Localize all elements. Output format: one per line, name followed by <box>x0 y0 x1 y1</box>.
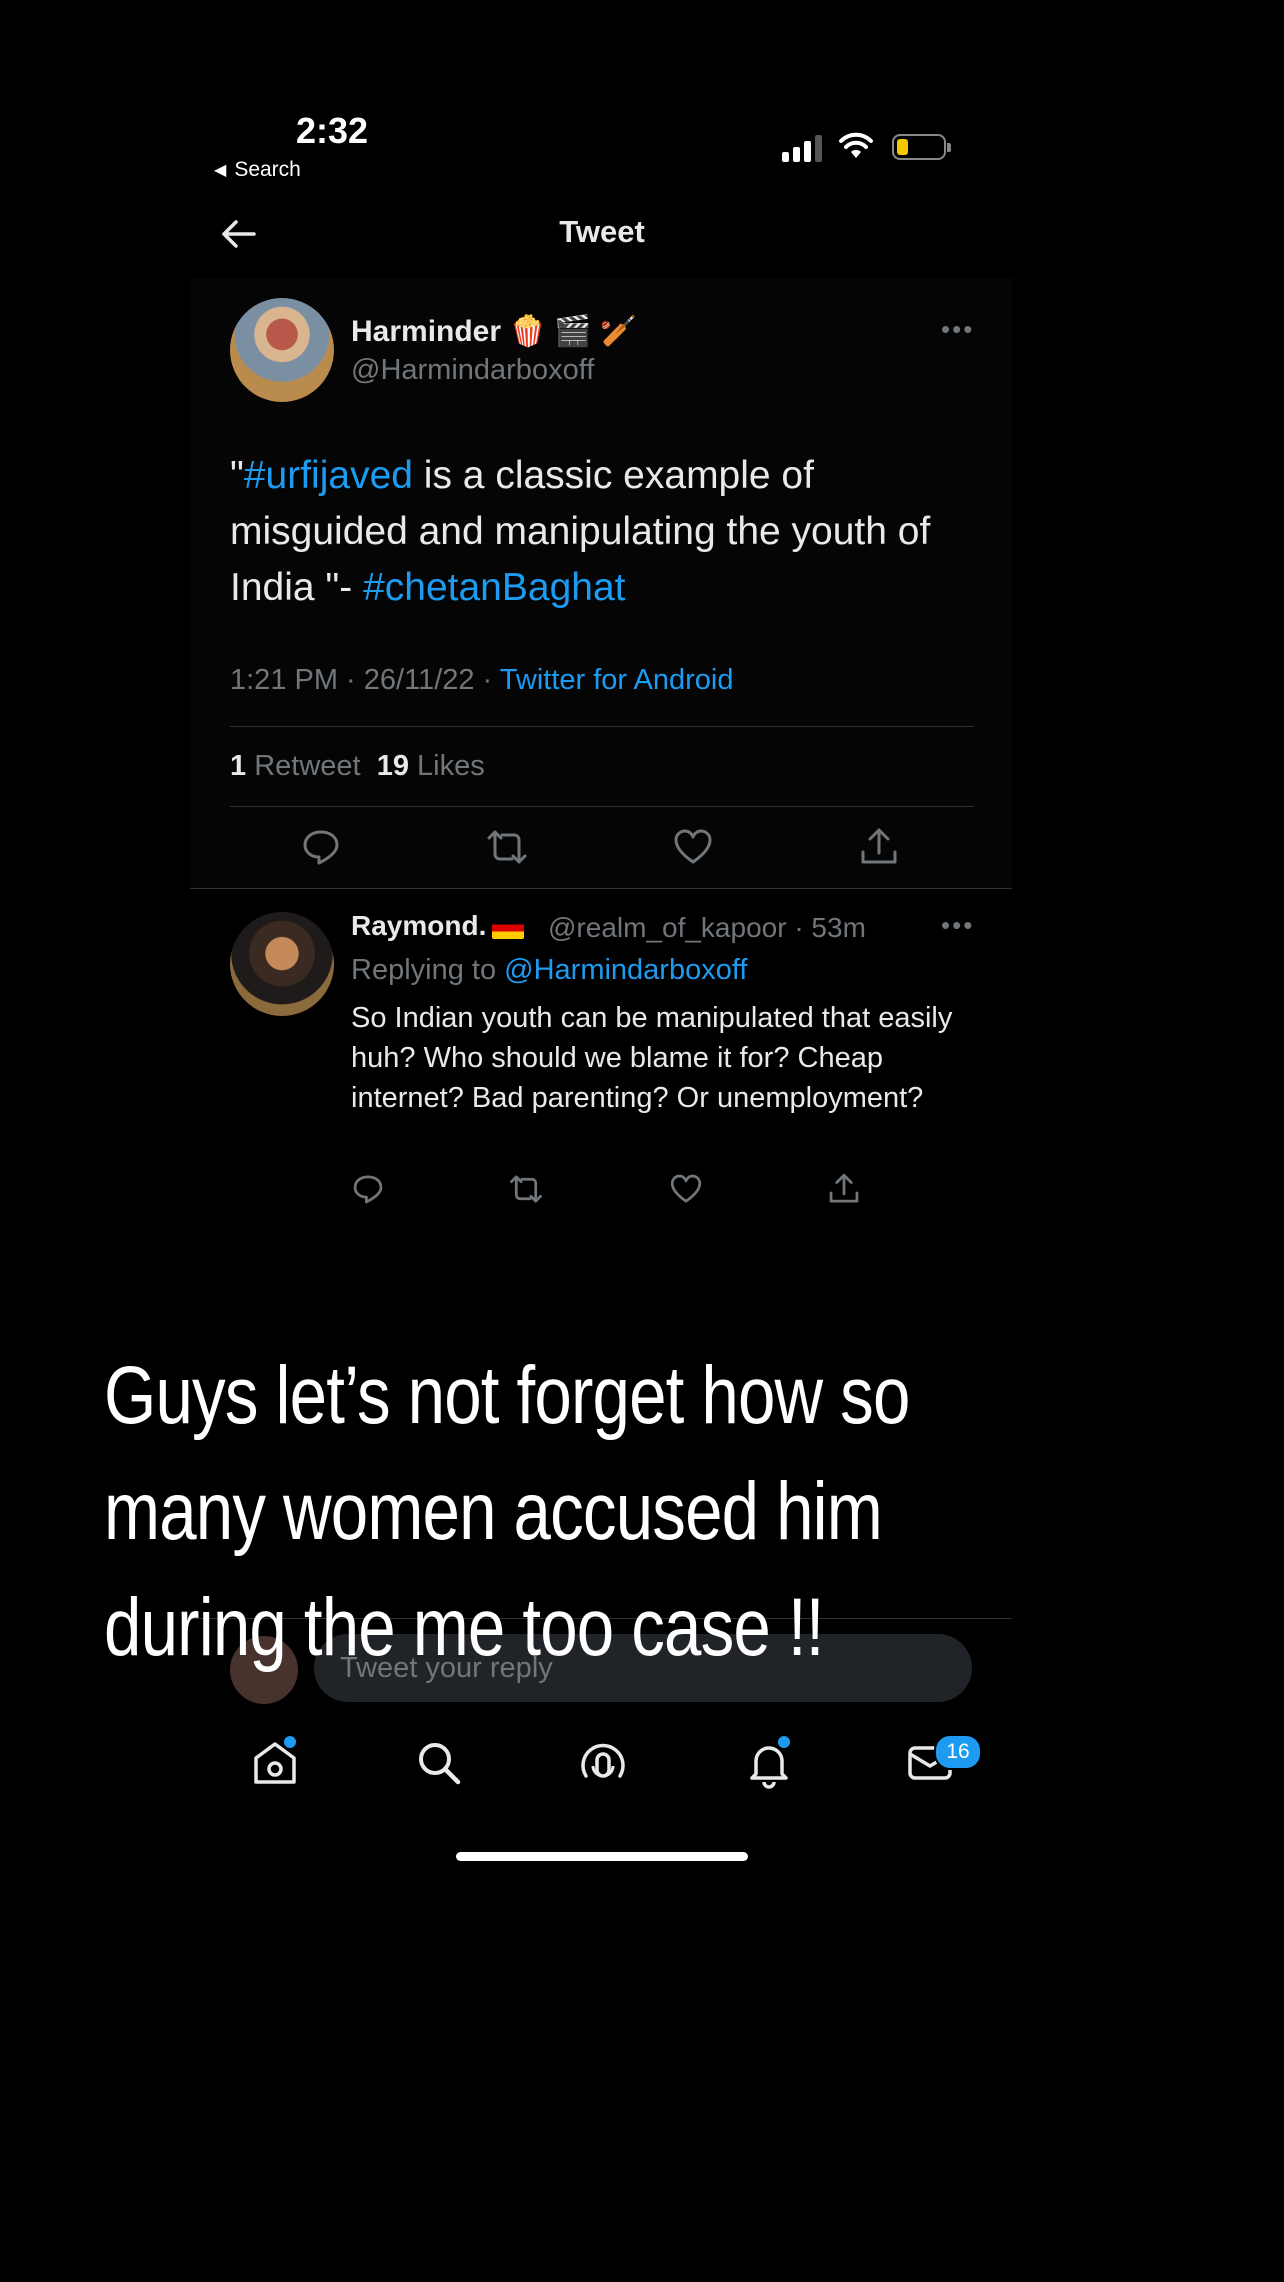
retweet-icon[interactable] <box>486 826 528 868</box>
retweet-icon[interactable] <box>509 1172 543 1206</box>
retweet-count[interactable]: 1 <box>230 750 246 782</box>
reply-icon[interactable] <box>300 826 342 868</box>
clapper-emoji-icon: 🎬 <box>554 315 592 348</box>
divider <box>230 806 974 807</box>
replying-to: Replying to @Harmindarboxoff <box>351 954 747 987</box>
like-icon[interactable] <box>669 1172 703 1206</box>
author-name-row[interactable]: Harminder 🍿 🎬 🏏 <box>351 314 637 349</box>
reply-author-handle[interactable]: @realm_of_kapoor · 53m <box>548 912 866 944</box>
tweet-actions <box>230 826 974 876</box>
hashtag-link[interactable]: #chetanBaghat <box>363 566 625 609</box>
reply-author-name: Raymond. <box>351 910 487 941</box>
page-title: Tweet <box>559 214 645 249</box>
notifications-dot <box>778 1736 790 1748</box>
spaces-icon[interactable] <box>576 1736 630 1790</box>
back-to-search-label: Search <box>234 158 301 181</box>
home-indicator[interactable] <box>456 1852 748 1861</box>
back-to-search-link[interactable]: ◀ Search <box>214 158 301 182</box>
cellular-signal-icon <box>782 134 822 162</box>
reply-actions <box>351 1172 871 1212</box>
likes-count[interactable]: 19 <box>377 750 409 782</box>
tweet-text-part: " <box>230 454 244 497</box>
share-icon[interactable] <box>858 826 900 868</box>
popcorn-emoji-icon: 🍿 <box>509 315 547 348</box>
replying-to-mention[interactable]: @Harmindarboxoff <box>504 954 747 986</box>
wifi-icon <box>839 132 873 158</box>
like-icon[interactable] <box>672 826 714 868</box>
author-avatar[interactable] <box>230 298 334 402</box>
cricket-emoji-icon: 🏏 <box>599 315 638 348</box>
german-flag-emoji-icon <box>492 916 525 939</box>
reply-icon[interactable] <box>351 1172 385 1206</box>
reply-author-name-row[interactable]: Raymond. <box>351 910 525 942</box>
more-icon[interactable]: ••• <box>941 910 974 941</box>
home-notification-dot <box>284 1736 296 1748</box>
search-icon[interactable] <box>412 1736 466 1790</box>
divider <box>230 726 974 727</box>
status-time: 2:32 <box>296 110 369 151</box>
tweet-timestamp: 1:21 PM · 26/11/22 · <box>230 664 500 696</box>
tweet-stats: 1 Retweet 19 Likes <box>230 750 485 783</box>
reply-text: So Indian youth can be manipulated that … <box>351 1002 953 1114</box>
more-icon[interactable]: ••• <box>941 314 974 345</box>
likes-label[interactable]: Likes <box>417 750 485 782</box>
tweet-meta: 1:21 PM · 26/11/22 · Twitter for Android <box>230 664 733 697</box>
retweet-label[interactable]: Retweet <box>254 750 360 782</box>
replying-to-prefix: Replying to <box>351 954 505 986</box>
reply-author-avatar[interactable] <box>230 912 334 1016</box>
battery-icon <box>892 134 951 160</box>
author-name: Harminder <box>351 314 502 348</box>
back-triangle-icon: ◀ <box>214 162 227 179</box>
share-icon[interactable] <box>827 1172 861 1206</box>
messages-badge: 16 <box>934 1734 982 1770</box>
caption-overlay: Guys let’s not forget how so many women … <box>104 1350 910 1673</box>
tweet-source-link[interactable]: Twitter for Android <box>500 664 734 696</box>
tweet-text: "#urfijaved is a classic example of misg… <box>230 448 970 616</box>
hashtag-link[interactable]: #urfijaved <box>244 454 413 497</box>
author-handle[interactable]: @Harmindarboxoff <box>351 354 594 387</box>
divider <box>190 888 1012 889</box>
